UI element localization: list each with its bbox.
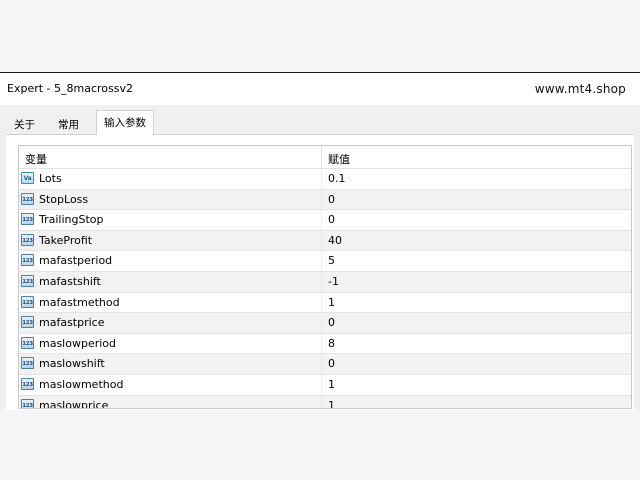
integer-value-icon: 123	[21, 233, 34, 246]
parameter-name: mafastperiod	[39, 254, 113, 268]
integer-value-icon: 123	[21, 377, 34, 390]
cell-divider	[321, 374, 322, 395]
parameter-name: maslowperiod	[39, 336, 117, 350]
cell-divider	[321, 251, 322, 271]
grid-header: 变量 赋值	[19, 146, 631, 169]
table-row[interactable]: 123 maslowmethod 1	[19, 374, 631, 396]
parameter-rows: Va Lots 0.1 123 StopLoss 0 123 TrailingStop 0 123…	[19, 169, 631, 409]
tab-inputs[interactable]: 输入参数	[96, 110, 154, 135]
double-value-icon: Va	[21, 172, 34, 184]
parameter-value[interactable]: 0	[328, 357, 335, 370]
cell-divider	[321, 169, 322, 189]
parameter-value[interactable]: 0	[328, 316, 335, 329]
cell-divider	[321, 395, 322, 408]
table-row[interactable]: 123 mafastperiod 5	[19, 251, 631, 272]
parameter-value[interactable]: 1	[328, 296, 335, 309]
table-row[interactable]: 123 mafastprice 0	[19, 313, 631, 334]
table-row[interactable]: 123 maslowperiod 8	[19, 333, 631, 355]
parameter-name: Lots	[39, 172, 62, 185]
parameter-name: maslowshift	[39, 357, 105, 371]
tab-bar: 关于 常用 输入参数	[6, 110, 634, 136]
parameter-name: StopLoss	[39, 192, 89, 206]
integer-value-icon: 123	[21, 316, 34, 329]
cell-divider	[321, 313, 322, 333]
column-header-variable[interactable]: 变量	[25, 151, 47, 167]
parameter-value[interactable]: 0	[328, 213, 335, 226]
column-header-value[interactable]: 赋值	[328, 151, 350, 167]
expert-properties-window: Expert - 5_8macrossv2 www.mt4.shop 关于 常用…	[0, 72, 640, 410]
parameter-name: TakeProfit	[39, 233, 93, 247]
integer-value-icon: 123	[21, 213, 34, 226]
table-row[interactable]: 123 maslowshift 0	[19, 354, 631, 375]
parameter-name: maslowmethod	[39, 377, 124, 391]
tab-common[interactable]: 常用	[50, 114, 87, 136]
parameter-value[interactable]: 1	[328, 378, 335, 391]
table-row[interactable]: 123 mafastshift -1	[19, 271, 631, 293]
parameter-name: mafastprice	[39, 316, 105, 330]
parameters-grid: 变量 赋值 Va Lots 0.1 123 StopLoss 0 123 TrailingSt…	[18, 145, 632, 409]
parameter-value[interactable]: 0.1	[328, 172, 346, 185]
parameter-value[interactable]: -1	[328, 275, 339, 288]
parameter-value[interactable]: 0	[328, 193, 335, 206]
cell-divider	[321, 271, 322, 292]
parameter-name: mafastmethod	[39, 295, 120, 309]
table-row[interactable]: 123 mafastmethod 1	[19, 292, 631, 314]
cell-divider	[321, 292, 322, 313]
integer-value-icon: 123	[21, 357, 34, 370]
table-row[interactable]: 123 maslowprice 1	[19, 395, 631, 409]
table-row[interactable]: Va Lots 0.1	[19, 169, 631, 190]
integer-value-icon: 123	[21, 295, 34, 308]
integer-value-icon: 123	[21, 398, 34, 408]
tab-about[interactable]: 关于	[6, 114, 43, 136]
parameter-value[interactable]: 1	[328, 399, 335, 408]
window-title: Expert - 5_8macrossv2	[7, 82, 133, 95]
parameter-name: maslowprice	[39, 398, 109, 409]
parameter-name: TrailingStop	[39, 213, 104, 227]
parameter-value[interactable]: 40	[328, 234, 342, 247]
cell-divider	[321, 354, 322, 374]
cell-divider	[321, 230, 322, 251]
cell-divider	[321, 333, 322, 354]
cell-divider	[321, 189, 322, 210]
integer-value-icon: 123	[21, 192, 34, 205]
parameter-value[interactable]: 5	[328, 254, 335, 267]
parameter-value[interactable]: 8	[328, 337, 335, 350]
title-bar[interactable]: Expert - 5_8macrossv2 www.mt4.shop	[0, 73, 640, 105]
watermark-text: www.mt4.shop	[534, 82, 626, 96]
integer-value-icon: 123	[21, 254, 34, 267]
table-row[interactable]: 123 TakeProfit 40	[19, 230, 631, 252]
integer-value-icon: 123	[21, 274, 34, 287]
parameter-name: mafastshift	[39, 274, 101, 288]
table-row[interactable]: 123 StopLoss 0	[19, 189, 631, 211]
table-row[interactable]: 123 TrailingStop 0	[19, 210, 631, 231]
cell-divider	[321, 210, 322, 230]
tab-panel-inputs: 变量 赋值 Va Lots 0.1 123 StopLoss 0 123 TrailingSt…	[6, 134, 634, 410]
integer-value-icon: 123	[21, 336, 34, 349]
column-divider[interactable]	[321, 146, 322, 168]
